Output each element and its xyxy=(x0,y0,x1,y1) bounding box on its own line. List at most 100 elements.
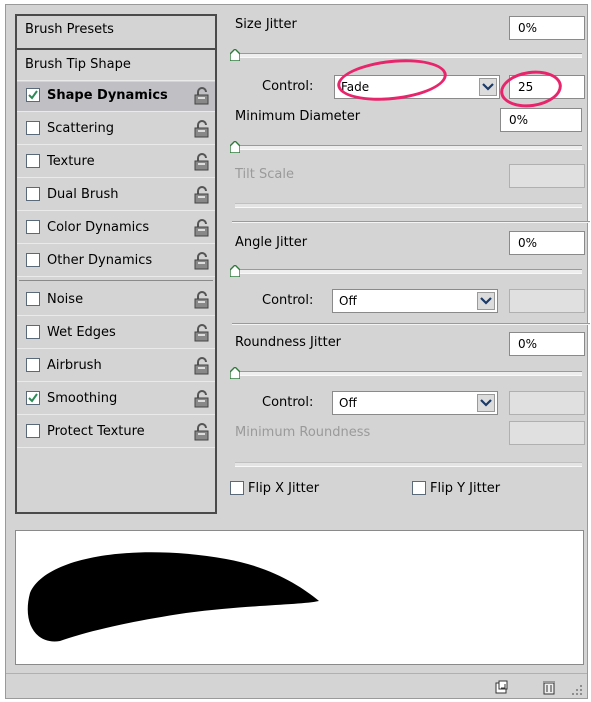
angle-jitter-field[interactable]: 0% xyxy=(509,231,585,255)
lock-icon[interactable] xyxy=(193,251,211,271)
roundness-jitter-field[interactable]: 0% xyxy=(509,332,585,356)
sidebar-item-label: Noise xyxy=(47,292,84,307)
divider xyxy=(232,323,590,325)
chevron-down-icon[interactable] xyxy=(477,394,495,412)
angle-control-extra-field xyxy=(509,289,585,313)
sidebar-item-brush-tip-shape[interactable]: Brush Tip Shape xyxy=(17,51,215,81)
slider-thumb-icon[interactable] xyxy=(230,367,240,379)
stroke-preview xyxy=(15,530,584,665)
minimum-roundness-field xyxy=(509,421,585,445)
sidebar-item-airbrush[interactable]: Airbrush xyxy=(17,352,215,382)
sidebar-item-dual-brush[interactable]: Dual Brush xyxy=(17,181,215,211)
minimum-diameter-slider[interactable] xyxy=(235,145,582,150)
roundness-control-value: Off xyxy=(339,396,357,410)
sidebar-item-label: Scattering xyxy=(47,121,115,136)
size-jitter-field[interactable]: 0% xyxy=(509,16,585,40)
color-dynamics-checkbox[interactable] xyxy=(26,220,40,234)
texture-checkbox[interactable] xyxy=(26,154,40,168)
flip-y-checkbox[interactable] xyxy=(412,481,426,495)
minimum-roundness-label: Minimum Roundness xyxy=(235,425,371,440)
sidebar-item-label: Smoothing xyxy=(47,391,118,406)
brush-presets-item[interactable]: Brush Presets xyxy=(17,16,215,50)
size-jitter-label: Size Jitter xyxy=(235,17,297,32)
tilt-scale-slider xyxy=(235,203,582,208)
protect-texture-checkbox[interactable] xyxy=(26,424,40,438)
flip-y-label: Flip Y Jitter xyxy=(430,481,501,496)
lock-icon[interactable] xyxy=(193,218,211,238)
slider-thumb-icon[interactable] xyxy=(230,49,240,61)
flip-x-label: Flip X Jitter xyxy=(248,481,320,496)
lock-icon[interactable] xyxy=(193,185,211,205)
sidebar-item-smoothing[interactable]: Smoothing xyxy=(17,385,215,415)
panel-bottom-bar xyxy=(6,673,587,699)
new-preset-icon[interactable] xyxy=(492,678,510,696)
trash-icon[interactable] xyxy=(540,678,558,696)
size-control-label: Control: xyxy=(262,79,314,94)
sidebar-item-texture[interactable]: Texture xyxy=(17,148,215,178)
tilt-scale-label: Tilt Scale xyxy=(235,167,294,182)
tilt-scale-field xyxy=(509,164,585,188)
brush-options-list: Brush Presets Brush Tip Shape Shape Dynam… xyxy=(15,14,217,514)
flip-x-checkbox[interactable] xyxy=(230,481,244,495)
resize-grip-icon[interactable] xyxy=(567,680,585,698)
angle-control-label: Control: xyxy=(262,293,314,308)
sidebar-item-label: Dual Brush xyxy=(47,187,119,202)
minimum-diameter-field[interactable]: 0% xyxy=(500,108,582,132)
sidebar-item-label: Brush Tip Shape xyxy=(25,57,131,72)
lock-icon[interactable] xyxy=(193,119,211,139)
roundness-jitter-label: Roundness Jitter xyxy=(235,335,342,350)
angle-control-value: Off xyxy=(339,294,357,308)
smoothing-checkbox[interactable] xyxy=(26,391,40,405)
size-jitter-slider[interactable] xyxy=(235,53,582,58)
minimum-roundness-slider xyxy=(235,462,582,467)
roundness-control-extra-field xyxy=(509,391,585,415)
slider-thumb-icon[interactable] xyxy=(230,141,240,153)
sidebar-item-scattering[interactable]: Scattering xyxy=(17,115,215,145)
angle-jitter-slider[interactable] xyxy=(235,269,582,274)
sidebar-item-other-dynamics[interactable]: Other Dynamics xyxy=(17,247,215,277)
sidebar-item-label: Airbrush xyxy=(47,358,102,373)
sidebar-item-color-dynamics[interactable]: Color Dynamics xyxy=(17,214,215,244)
roundness-control-label: Control: xyxy=(262,395,314,410)
wet-edges-checkbox[interactable] xyxy=(26,325,40,339)
roundness-jitter-slider[interactable] xyxy=(235,371,582,376)
noise-checkbox[interactable] xyxy=(26,292,40,306)
shape-dynamics-checkbox[interactable] xyxy=(26,88,40,102)
angle-control-select[interactable]: Off xyxy=(332,289,498,313)
sidebar-item-label: Texture xyxy=(47,154,95,169)
lock-icon[interactable] xyxy=(193,152,211,172)
checkmark-icon xyxy=(28,393,38,403)
lock-icon[interactable] xyxy=(193,356,211,376)
highlight-circle xyxy=(497,66,565,112)
list-divider xyxy=(19,280,213,281)
sidebar-item-protect-texture[interactable]: Protect Texture xyxy=(17,418,215,448)
minimum-diameter-label: Minimum Diameter xyxy=(235,109,361,124)
sidebar-item-label: Wet Edges xyxy=(47,325,116,340)
checkmark-icon xyxy=(28,90,38,100)
dual-brush-checkbox[interactable] xyxy=(26,187,40,201)
sidebar-item-noise[interactable]: Noise xyxy=(17,286,215,316)
sidebar-item-label: Color Dynamics xyxy=(47,220,150,235)
lock-icon[interactable] xyxy=(193,422,211,442)
other-dynamics-checkbox[interactable] xyxy=(26,253,40,267)
slider-thumb-icon[interactable] xyxy=(230,265,240,277)
lock-icon[interactable] xyxy=(193,290,211,310)
angle-jitter-label: Angle Jitter xyxy=(235,235,308,250)
divider xyxy=(232,221,590,223)
sidebar-item-label: Other Dynamics xyxy=(47,253,153,268)
airbrush-checkbox[interactable] xyxy=(26,358,40,372)
chevron-down-icon[interactable] xyxy=(477,292,495,310)
scattering-checkbox[interactable] xyxy=(26,121,40,135)
lock-icon[interactable] xyxy=(193,389,211,409)
sidebar-item-label: Protect Texture xyxy=(47,424,145,439)
lock-icon[interactable] xyxy=(193,323,211,343)
roundness-control-select[interactable]: Off xyxy=(332,391,498,415)
brush-presets-label: Brush Presets xyxy=(25,22,114,37)
brushes-panel: Brush Presets Brush Tip Shape Shape Dynam… xyxy=(5,4,590,699)
sidebar-item-wet-edges[interactable]: Wet Edges xyxy=(17,319,215,349)
sidebar-item-shape-dynamics[interactable]: Shape Dynamics xyxy=(17,82,215,112)
sidebar-item-label: Shape Dynamics xyxy=(47,88,168,103)
brush-stroke-preview xyxy=(27,552,320,642)
chevron-down-icon[interactable] xyxy=(479,78,497,96)
lock-icon[interactable] xyxy=(193,86,211,106)
